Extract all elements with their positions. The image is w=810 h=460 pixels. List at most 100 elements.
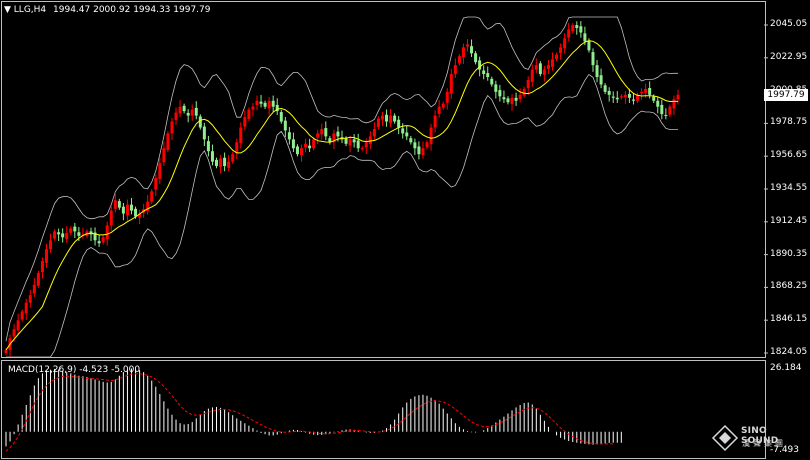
candle-body	[567, 29, 571, 38]
candle-body	[603, 85, 607, 92]
candle-body	[433, 115, 437, 128]
candle-body	[235, 142, 239, 153]
bollinger-upper-band	[5, 16, 678, 342]
candle-body	[401, 128, 405, 134]
candle-body	[397, 119, 401, 128]
candle-body	[522, 88, 526, 96]
candle-body	[279, 112, 283, 122]
price-tick-label: 2022.95	[770, 51, 808, 62]
candle-body	[300, 148, 304, 156]
dropdown-triangle-icon[interactable]: ▼	[4, 5, 11, 15]
candle-body	[461, 47, 465, 58]
candle-body	[619, 96, 623, 98]
candle-body	[227, 161, 231, 168]
candle-body	[206, 141, 210, 152]
candle-body	[105, 225, 109, 240]
candle-body	[101, 237, 105, 243]
candle-body	[170, 121, 174, 134]
candle-body	[393, 115, 397, 122]
candle-body	[61, 233, 65, 238]
candle-body	[271, 100, 275, 107]
candle-body	[449, 74, 453, 94]
candle-body	[368, 136, 372, 145]
candle-body	[28, 295, 32, 303]
candle-body	[372, 128, 376, 137]
candle-body	[676, 94, 680, 100]
candle-body	[627, 93, 631, 98]
candle-body	[210, 151, 214, 162]
candle-body	[53, 231, 57, 239]
candle-body	[117, 201, 121, 208]
candle-body	[150, 191, 154, 202]
candle-body	[648, 88, 652, 95]
candle-body	[77, 232, 81, 236]
candle-body	[546, 65, 550, 69]
candle-body	[239, 127, 243, 144]
candle-body	[223, 157, 227, 167]
candle-body	[320, 128, 324, 135]
moving-average-line	[5, 40, 678, 351]
candle-body	[190, 109, 194, 116]
candle-body	[356, 140, 360, 149]
candle-body	[12, 329, 16, 337]
candle-body	[534, 65, 538, 70]
candle-body	[129, 204, 133, 211]
candle-body	[607, 90, 611, 95]
candle-body	[429, 127, 433, 145]
candle-body	[24, 302, 28, 314]
candle-body	[194, 107, 198, 116]
candle-body	[49, 240, 53, 250]
candle-body	[587, 40, 591, 51]
candle-body	[44, 249, 48, 263]
candle-body	[267, 100, 271, 109]
candle-body	[295, 146, 299, 155]
candle-body	[202, 126, 206, 140]
price-tick-label: 1956.65	[770, 150, 808, 161]
price-tick-label: 1978.75	[770, 117, 808, 128]
candle-body	[162, 148, 166, 163]
price-tick-label: 1824.05	[770, 347, 808, 357]
candle-body	[518, 94, 522, 99]
candle-body	[20, 311, 24, 320]
candle-body	[425, 142, 429, 148]
chart-canvas	[4, 16, 768, 452]
candle-body	[324, 128, 328, 137]
candle-body	[409, 138, 413, 143]
candle-body	[336, 131, 340, 137]
candle-body	[121, 206, 125, 214]
candle-body	[57, 232, 61, 235]
candle-body	[526, 79, 530, 89]
candle-body	[125, 204, 129, 216]
candle-body	[304, 143, 308, 148]
candle-body	[182, 105, 186, 112]
candle-body	[538, 63, 542, 75]
candle-body	[385, 114, 389, 122]
candle-body	[514, 97, 518, 101]
chart-window[interactable]: ▼ LLG,H4 1994.47 2000.92 1994.33 1997.79…	[0, 0, 810, 460]
candle-body	[563, 38, 567, 49]
candle-body	[109, 210, 113, 226]
price-tick-label: 2045.05	[770, 19, 808, 29]
candle-body	[380, 115, 384, 120]
macd-signal-line	[5, 373, 614, 452]
candle-body	[69, 228, 73, 233]
candle-body	[482, 70, 486, 75]
candle-body	[510, 97, 514, 105]
candle-body	[308, 145, 312, 149]
candle-body	[36, 272, 40, 286]
candle-body	[32, 284, 36, 294]
candle-body	[445, 91, 449, 103]
candle-body	[389, 115, 393, 124]
candle-body	[40, 261, 44, 273]
macd-axis-top-label: 26.184	[770, 363, 802, 373]
candle-body	[215, 159, 219, 167]
symbol-header: ▼ LLG,H4 1994.47 2000.92 1994.33 1997.79	[4, 5, 210, 15]
candle-body	[312, 139, 316, 149]
candle-body	[287, 132, 291, 140]
candle-body	[652, 96, 656, 101]
candle-body	[506, 98, 510, 103]
candle-body	[664, 115, 668, 117]
candle-body	[259, 101, 263, 104]
price-tick-label: 1846.15	[770, 314, 808, 325]
candle-body	[571, 25, 575, 32]
